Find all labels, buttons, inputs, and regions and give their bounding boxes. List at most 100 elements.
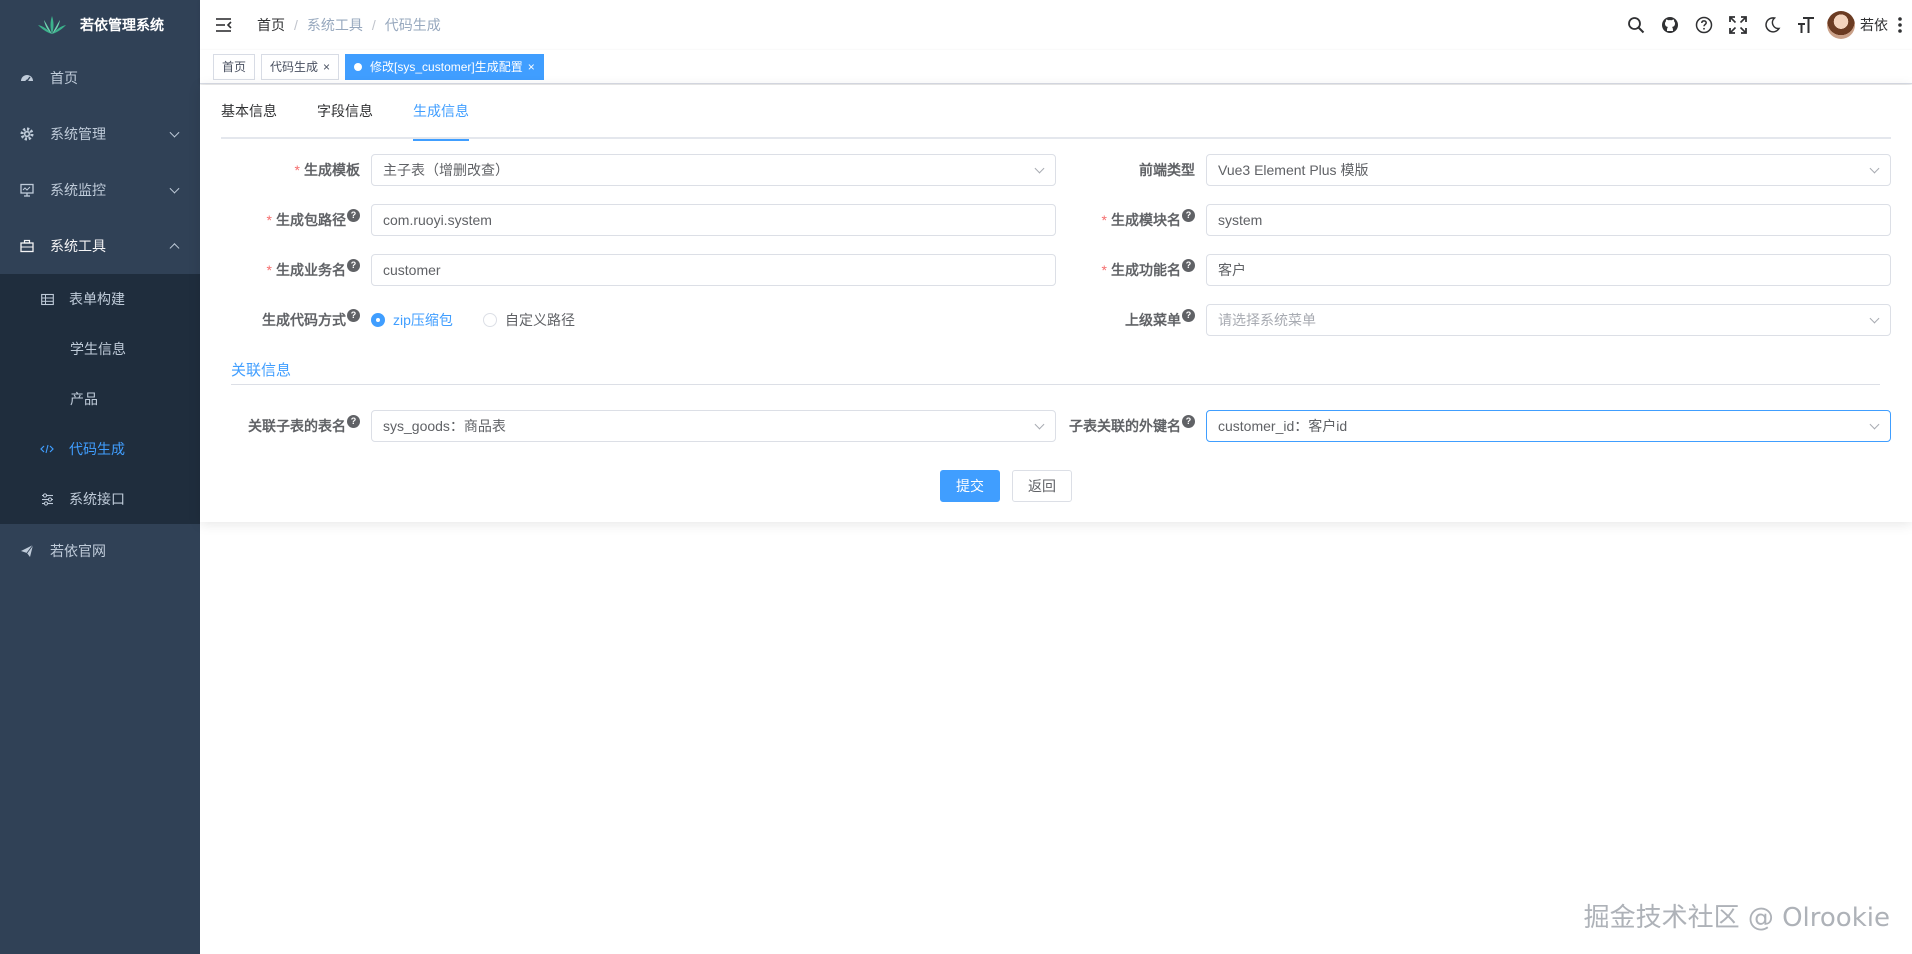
- tag-label: 首页: [222, 60, 247, 74]
- hamburger-icon[interactable]: [215, 14, 237, 36]
- sidebar-item-label: 产品: [70, 391, 98, 407]
- breadcrumb-home[interactable]: 首页: [257, 15, 285, 35]
- navbar: 首页 / 系统工具 / 代码生成 若依: [200, 0, 1912, 50]
- breadcrumb-separator: /: [371, 17, 376, 33]
- chevron-up-icon: [169, 243, 180, 254]
- sidebar: 若依管理系统 首页 系统管理 系统监控 系统工具 表单构建 学生信息 产品 代码…: [0, 0, 200, 954]
- user-name: 若依: [1860, 17, 1888, 33]
- sub-table-value: sys_goods：商品表: [383, 418, 506, 434]
- tpl-category-select[interactable]: 主子表（增删改查）: [371, 154, 1056, 186]
- tag-label: 代码生成: [270, 60, 319, 74]
- gear-icon: [20, 127, 34, 141]
- chevron-down-icon: [169, 183, 180, 194]
- sub-table-label: 关联子表的表名?: [200, 410, 360, 442]
- sidebar-item-form-build[interactable]: 表单构建: [0, 274, 200, 324]
- sidebar-item-product[interactable]: 产品: [0, 374, 200, 424]
- chevron-down-icon: [169, 127, 180, 138]
- sidebar-item-label: 若依官网: [50, 543, 106, 559]
- help-icon[interactable]: ?: [347, 415, 360, 428]
- gen-type-path-radio[interactable]: 自定义路径: [483, 304, 575, 336]
- tab-column-info[interactable]: 字段信息: [317, 85, 373, 139]
- breadcrumb: 首页 / 系统工具 / 代码生成: [257, 15, 441, 35]
- user-menu[interactable]: 若依: [1827, 11, 1888, 39]
- sidebar-item-home[interactable]: 首页: [0, 50, 200, 106]
- gen-type-label: 生成代码方式?: [200, 304, 360, 336]
- more-vertical-icon[interactable]: [1888, 0, 1912, 50]
- close-icon[interactable]: ×: [528, 60, 535, 74]
- sidebar-item-system[interactable]: 系统管理: [0, 106, 200, 162]
- help-icon[interactable]: [1687, 0, 1721, 50]
- help-icon[interactable]: ?: [347, 209, 360, 222]
- breadcrumb-separator: /: [294, 17, 298, 33]
- section-divider: [231, 384, 1880, 385]
- function-name-input[interactable]: 客户: [1206, 254, 1891, 286]
- sub-fk-select[interactable]: customer_id：客户id: [1206, 410, 1891, 442]
- submit-button[interactable]: 提交: [940, 470, 1000, 502]
- monitor-icon: [20, 183, 34, 197]
- gen-type-zip-radio[interactable]: zip压缩包: [371, 304, 453, 336]
- help-icon[interactable]: ?: [1182, 209, 1195, 222]
- radio-label: zip压缩包: [393, 312, 453, 328]
- sidebar-item-label: 系统监控: [50, 182, 106, 198]
- tags-view: 首页 代码生成 × 修改[sys_customer]生成配置 ×: [200, 50, 1912, 84]
- sidebar-item-student[interactable]: 学生信息: [0, 324, 200, 374]
- github-icon[interactable]: [1653, 0, 1687, 50]
- sidebar-item-tools[interactable]: 系统工具: [0, 218, 200, 274]
- app-title: 若依管理系统: [80, 17, 164, 33]
- moon-icon[interactable]: [1755, 0, 1789, 50]
- sub-fk-label: 子表关联的外键名?: [1056, 410, 1195, 442]
- help-icon[interactable]: ?: [347, 309, 360, 322]
- sidebar-item-website[interactable]: 若依官网: [0, 524, 200, 578]
- module-name-input[interactable]: system: [1206, 204, 1891, 236]
- business-name-value: customer: [383, 262, 441, 278]
- sidebar-logo[interactable]: 若依管理系统: [0, 0, 200, 50]
- breadcrumb-current: 代码生成: [384, 17, 441, 33]
- font-size-icon[interactable]: [1789, 0, 1823, 50]
- help-icon[interactable]: ?: [1182, 309, 1195, 322]
- parent-menu-select[interactable]: 请选择系统菜单: [1206, 304, 1891, 336]
- tag-label: 修改[sys_customer]生成配置: [370, 60, 523, 74]
- radio-checked-icon: [371, 313, 385, 327]
- tab-gen-info[interactable]: 生成信息: [413, 85, 469, 141]
- tag-home[interactable]: 首页: [213, 53, 256, 80]
- chevron-down-icon: [1869, 313, 1880, 324]
- sidebar-item-monitor[interactable]: 系统监控: [0, 162, 200, 218]
- back-button[interactable]: 返回: [1012, 470, 1072, 502]
- radio-label: 自定义路径: [505, 312, 575, 328]
- logo-icon: [38, 16, 66, 34]
- sub-table-select[interactable]: sys_goods：商品表: [371, 410, 1056, 442]
- tag-codegen[interactable]: 代码生成 ×: [261, 53, 340, 80]
- parent-menu-label: 上级菜单?: [1056, 304, 1195, 336]
- tpl-category-value: 主子表（增删改查）: [383, 162, 509, 178]
- help-icon[interactable]: ?: [347, 259, 360, 272]
- tab-basic-info[interactable]: 基本信息: [221, 85, 277, 139]
- parent-menu-placeholder: 请选择系统菜单: [1218, 312, 1316, 328]
- tabs: 基本信息 字段信息 生成信息: [221, 85, 1891, 141]
- dashboard-icon: [20, 71, 34, 85]
- avatar: [1827, 11, 1855, 39]
- search-icon[interactable]: [1619, 0, 1653, 50]
- frontend-type-value: Vue3 Element Plus 模版: [1218, 162, 1369, 178]
- close-icon[interactable]: ×: [323, 60, 330, 74]
- frontend-type-label: 前端类型: [1139, 162, 1195, 178]
- business-name-input[interactable]: customer: [371, 254, 1056, 286]
- frontend-type-select[interactable]: Vue3 Element Plus 模版: [1206, 154, 1891, 186]
- package-name-value: com.ruoyi.system: [383, 212, 492, 228]
- chevron-down-icon: [1869, 163, 1880, 174]
- chevron-down-icon: [1034, 163, 1045, 174]
- help-icon[interactable]: ?: [1182, 259, 1195, 272]
- sidebar-item-codegen[interactable]: 代码生成: [0, 424, 200, 474]
- module-name-value: system: [1218, 212, 1263, 228]
- sidebar-item-swagger[interactable]: 系统接口: [0, 474, 200, 524]
- watermark: 掘金技术社区 @ Olrookie: [1583, 903, 1890, 933]
- fullscreen-icon[interactable]: [1721, 0, 1755, 50]
- active-dot-icon: [354, 62, 363, 71]
- package-name-input[interactable]: com.ruoyi.system: [371, 204, 1056, 236]
- help-icon[interactable]: ?: [1182, 415, 1195, 428]
- submenu-tools: 表单构建 学生信息 产品 代码生成 系统接口: [0, 274, 200, 524]
- tag-edit-config[interactable]: 修改[sys_customer]生成配置 ×: [345, 53, 544, 80]
- sidebar-item-label: 表单构建: [69, 291, 125, 307]
- function-name-label: * 生成功能名?: [1056, 254, 1195, 286]
- code-icon: [40, 442, 54, 456]
- chevron-down-icon: [1034, 419, 1045, 430]
